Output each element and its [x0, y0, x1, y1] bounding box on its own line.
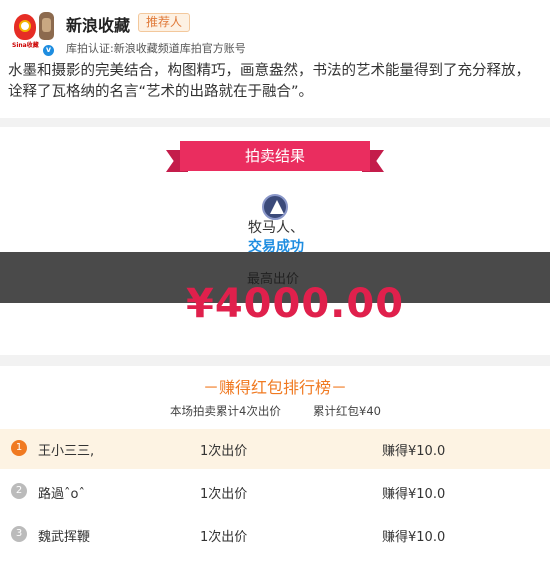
ranking-row[interactable]: 2 路過ˆoˆ 1次出价 赚得¥10.0	[0, 472, 550, 512]
vase-icon	[39, 12, 54, 40]
rank-user-name: 路過ˆoˆ	[38, 487, 85, 502]
total-bids-count: 本场拍卖累计4次出价	[170, 404, 281, 418]
rank-earnings: 赚得¥10.0	[382, 530, 446, 545]
verified-icon: v	[42, 44, 55, 57]
winner-name[interactable]: 牧马人、	[248, 217, 304, 237]
avatar-brand-text: Sina收藏	[12, 42, 39, 49]
publisher-avatar[interactable]: Sina收藏 v	[12, 10, 56, 57]
rank-bid-count: 1次出价	[200, 487, 248, 502]
publisher-header: Sina收藏 v 新浪收藏 推荐人 库拍认证:新浪收藏频道库拍官方账号 水墨和摄…	[0, 0, 550, 118]
total-red-packet: 累计红包¥40	[313, 404, 381, 418]
publisher-name[interactable]: 新浪收藏	[66, 12, 130, 36]
certification-text: 库拍认证:新浪收藏频道库拍官方账号	[66, 42, 246, 55]
recommender-badge: 推荐人	[138, 13, 191, 32]
rank-earnings: 赚得¥10.0	[382, 487, 446, 502]
rank-bid-count: 1次出价	[200, 444, 248, 459]
rank-earnings: 赚得¥10.0	[382, 444, 446, 459]
ranking-title: －赚得红包排行榜－	[202, 378, 347, 397]
rank-user-name: 王小三三,	[38, 444, 95, 459]
ribbon-label: 拍卖结果	[180, 141, 370, 171]
rank-number-badge: 3	[11, 526, 27, 542]
rank-bid-count: 1次出价	[200, 530, 248, 545]
rank-user-name: 魏武挥鞭	[38, 530, 91, 545]
sina-eye-pupil-icon	[19, 20, 31, 32]
highest-bid-price: ¥4000.00	[186, 281, 405, 327]
rank-number-badge: 1	[11, 440, 27, 456]
rank-number-badge: 2	[11, 483, 27, 499]
ranking-row[interactable]: 3 魏武挥鞭 1次出价 赚得¥10.0	[0, 515, 550, 555]
auction-result-ribbon: 拍卖结果	[166, 141, 384, 175]
ranking-row[interactable]: 1 王小三三, 1次出价 赚得¥10.0	[0, 429, 550, 469]
item-description: 水墨和摄影的完美结合，构图精巧，画意盎然，书法的艺术能量得到了充分释放，诠释了瓦…	[8, 63, 530, 100]
